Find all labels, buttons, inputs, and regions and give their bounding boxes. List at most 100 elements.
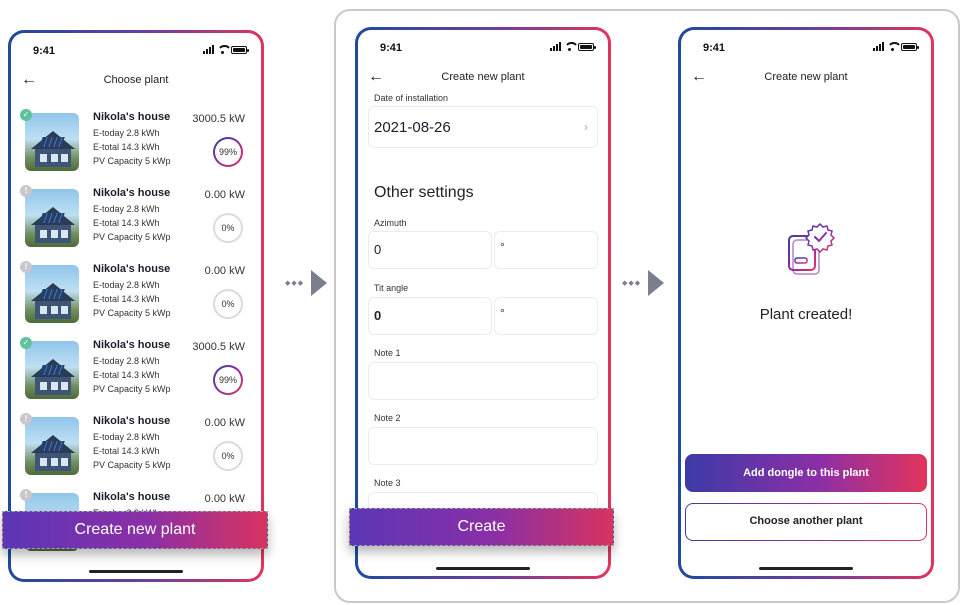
check-icon: ✓ — [20, 109, 32, 121]
plant-power: 3000.5 kW — [192, 113, 245, 125]
nav-bar: ← Create new plant — [681, 68, 931, 88]
tilt-degree: ° — [500, 306, 505, 320]
house-thumbnail — [25, 189, 79, 247]
home-indicator — [759, 567, 853, 570]
arrow-head-icon — [648, 270, 664, 296]
plant-power: 0.00 kW — [204, 265, 245, 277]
date-value: 2021-08-26 — [374, 119, 451, 136]
status-bar: 9:41 — [11, 33, 261, 63]
plant-power: 0.00 kW — [204, 417, 245, 429]
section-title: Other settings — [374, 184, 474, 201]
signal-icon — [873, 42, 884, 51]
create-plant-form-screen: 9:41 ← Create new plant Date of installa… — [355, 27, 611, 579]
check-icon: ✓ — [20, 337, 32, 349]
plant-name: Nikola's house — [93, 339, 171, 351]
home-indicator — [89, 570, 183, 573]
plant-name: Nikola's house — [93, 111, 171, 123]
alert-icon: ! — [20, 185, 32, 197]
add-dongle-button[interactable]: Add dongle to this plant — [685, 454, 927, 492]
status-time: 9:41 — [380, 42, 403, 54]
plant-pv-capacity: PV Capacity 5 kWp — [93, 308, 171, 318]
chevron-right-icon: › — [584, 120, 588, 134]
signal-icon — [550, 42, 561, 51]
plant-created-screen: 9:41 ← Create new plant Plant created! A… — [678, 27, 934, 579]
tilt-label: Tit angle — [374, 283, 409, 293]
plant-pv-capacity: PV Capacity 5 kWp — [93, 460, 171, 470]
status-bar: 9:41 — [681, 30, 931, 60]
plant-e-total: E-total 14.3 kWh — [93, 218, 160, 228]
create-new-plant-button[interactable]: Create new plant — [2, 511, 268, 549]
note1-label: Note 1 — [374, 348, 401, 358]
signal-icon — [203, 45, 214, 54]
plant-progress-ring: 0% — [213, 213, 243, 243]
plant-name: Nikola's house — [93, 187, 171, 199]
plant-e-today: E-today 2.8 kWh — [93, 128, 160, 138]
plant-list-item[interactable]: ✓ Nikola's house E-today 2.8 kWh E-total 14… — [20, 109, 249, 179]
status-time: 9:41 — [703, 42, 726, 54]
tilt-value: 0 — [374, 308, 382, 323]
page-title: Choose plant — [103, 74, 169, 86]
plant-e-today: E-today 2.8 kWh — [93, 280, 160, 290]
wifi-icon — [887, 42, 898, 51]
wifi-icon — [217, 45, 228, 54]
house-thumbnail — [25, 113, 79, 171]
plant-list-item[interactable]: ! Nikola's house E-today 2.8 kWh E-total 14… — [20, 185, 249, 255]
plant-progress-ring: 99% — [213, 365, 243, 395]
note1-input[interactable] — [368, 362, 598, 400]
plant-power: 0.00 kW — [204, 189, 245, 201]
note3-label: Note 3 — [374, 478, 401, 488]
date-label: Date of installation — [374, 93, 449, 103]
success-message: Plant created! — [759, 306, 853, 323]
device-verified-icon — [788, 222, 836, 275]
house-thumbnail — [25, 341, 79, 399]
house-thumbnail — [25, 417, 79, 475]
plant-name: Nikola's house — [93, 263, 171, 275]
plant-e-today: E-today 2.8 kWh — [93, 204, 160, 214]
choose-another-plant-button[interactable]: Choose another plant — [685, 503, 927, 541]
battery-icon — [231, 45, 249, 54]
note2-input[interactable] — [368, 427, 598, 465]
plant-e-today: E-today 2.8 kWh — [93, 356, 160, 366]
plant-pv-capacity: PV Capacity 5 kWp — [93, 232, 171, 242]
battery-icon — [578, 42, 596, 51]
plant-e-total: E-total 14.3 kWh — [93, 294, 160, 304]
azimuth-unit — [494, 231, 598, 269]
status-icons — [873, 42, 919, 51]
status-time: 9:41 — [33, 45, 56, 57]
azimuth-value: 0 — [374, 242, 382, 257]
page-title: Create new plant — [764, 71, 848, 83]
plant-e-total: E-total 14.3 kWh — [93, 446, 160, 456]
plant-name: Nikola's house — [93, 415, 171, 427]
plant-power: 3000.5 kW — [192, 341, 245, 353]
plant-e-total: E-total 14.3 kWh — [93, 142, 160, 152]
plant-name: Nikola's house — [93, 491, 171, 503]
plant-pv-capacity: PV Capacity 5 kWp — [93, 156, 171, 166]
status-icons — [203, 45, 249, 54]
plant-power: 0.00 kW — [204, 493, 245, 505]
plant-progress-ring: 99% — [213, 137, 243, 167]
status-bar: 9:41 — [358, 30, 608, 60]
note2-label: Note 2 — [374, 413, 401, 423]
tilt-input[interactable] — [368, 297, 492, 335]
flow-arrow-icon: ◆◆◆ — [622, 270, 668, 296]
house-thumbnail — [25, 265, 79, 323]
azimuth-input[interactable] — [368, 231, 492, 269]
flow-arrow-icon: ◆◆◆ — [285, 270, 331, 296]
plant-list-item[interactable]: ✓ Nikola's house E-today 2.8 kWh E-total 14… — [20, 337, 249, 407]
alert-icon: ! — [20, 261, 32, 273]
status-icons — [550, 42, 596, 51]
tilt-unit — [494, 297, 598, 335]
wifi-icon — [564, 42, 575, 51]
create-button[interactable]: Create — [349, 508, 614, 546]
dots-icon: ◆◆◆ — [622, 280, 642, 287]
plant-pv-capacity: PV Capacity 5 kWp — [93, 384, 171, 394]
choose-plant-screen: 9:41 ← Choose plant ✓ Nikola's house E-tod… — [8, 30, 264, 582]
nav-bar: ← Create new plant — [358, 68, 608, 88]
azimuth-degree: ° — [500, 240, 505, 254]
alert-icon: ! — [20, 489, 32, 501]
plant-list-item[interactable]: ! Nikola's house E-today 2.8 kWh E-total 14… — [20, 413, 249, 483]
plant-list-item[interactable]: ! Nikola's house E-today 2.8 kWh E-total 14… — [20, 261, 249, 331]
nav-bar: ← Choose plant — [11, 71, 261, 91]
alert-icon: ! — [20, 413, 32, 425]
battery-icon — [901, 42, 919, 51]
